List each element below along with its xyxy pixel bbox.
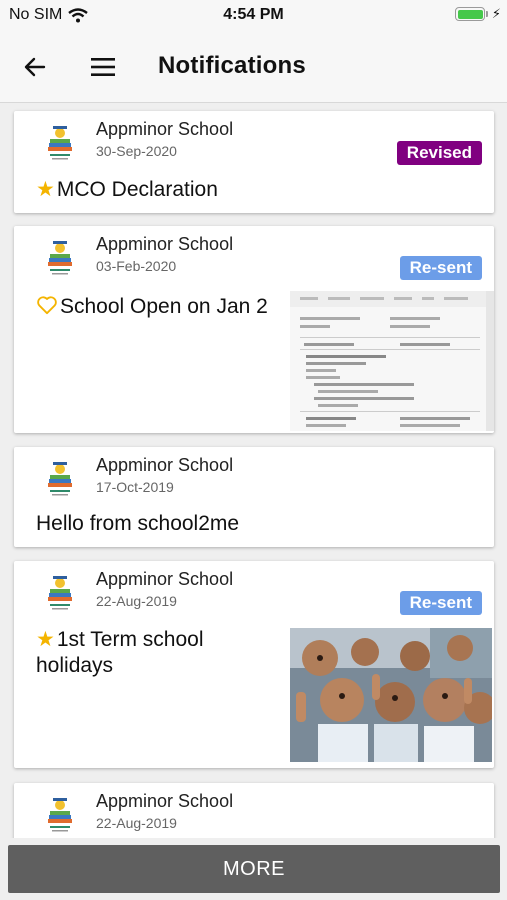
attachment-thumbnail[interactable] — [290, 291, 494, 431]
battery-icon — [455, 7, 485, 21]
school-logo-icon — [48, 462, 72, 496]
notification-card[interactable]: Appminor School 17-Oct-2019 Hello from s… — [14, 447, 494, 547]
back-arrow-icon[interactable] — [20, 52, 50, 82]
more-button[interactable]: MORE — [8, 845, 500, 893]
school-name: Appminor School — [96, 234, 234, 254]
notification-date: 17-Oct-2019 — [96, 479, 174, 495]
notification-date: 30-Sep-2020 — [96, 143, 177, 159]
menu-icon[interactable] — [88, 52, 118, 82]
notification-date: 22-Aug-2019 — [96, 593, 177, 609]
school-logo-icon — [48, 241, 72, 275]
app-bar: Notifications — [0, 30, 507, 103]
notification-date: 03-Feb-2020 — [96, 258, 177, 274]
status-badge: Re-sent — [399, 591, 482, 615]
school-name: Appminor School — [96, 455, 234, 475]
attachment-thumbnail[interactable] — [290, 628, 492, 762]
notification-title: Hello from school2me — [36, 512, 240, 535]
status-time: 4:54 PM — [223, 6, 284, 23]
star-icon[interactable]: ★ — [36, 628, 55, 651]
heart-outline-icon[interactable] — [36, 295, 58, 315]
page-title: Notifications — [158, 52, 306, 79]
charging-icon: ⚡ — [491, 6, 501, 21]
status-bar: No SIM 4:54 PM ⚡ — [0, 0, 507, 30]
school-logo-icon — [48, 126, 72, 160]
status-badge: Revised — [396, 141, 482, 165]
notification-card[interactable]: Appminor School 22-Aug-2019 Re-sent ★1st… — [14, 561, 494, 768]
notification-card[interactable]: Appminor School 30-Sep-2020 Revised ★MCO… — [14, 111, 494, 213]
notification-list[interactable]: Appminor School 30-Sep-2020 Revised ★MCO… — [0, 103, 507, 838]
status-badge: Re-sent — [399, 256, 482, 280]
notification-card[interactable]: Appminor School 03-Feb-2020 Re-sent Scho… — [14, 226, 494, 433]
notification-date: 22-Aug-2019 — [96, 815, 177, 831]
school-logo-icon — [48, 798, 72, 832]
notification-title: MCO Declaration — [56, 178, 218, 201]
school-name: Appminor School — [96, 119, 234, 139]
school-logo-icon — [48, 576, 72, 610]
notification-title: 1st Term school holidays — [36, 628, 204, 677]
notification-title: School Open on Jan 2 — [60, 295, 268, 318]
footer: MORE — [0, 838, 507, 900]
school-name: Appminor School — [96, 791, 234, 811]
school-name: Appminor School — [96, 569, 234, 589]
star-icon[interactable]: ★ — [36, 178, 55, 201]
notification-card[interactable]: Appminor School 22-Aug-2019 — [14, 783, 494, 838]
